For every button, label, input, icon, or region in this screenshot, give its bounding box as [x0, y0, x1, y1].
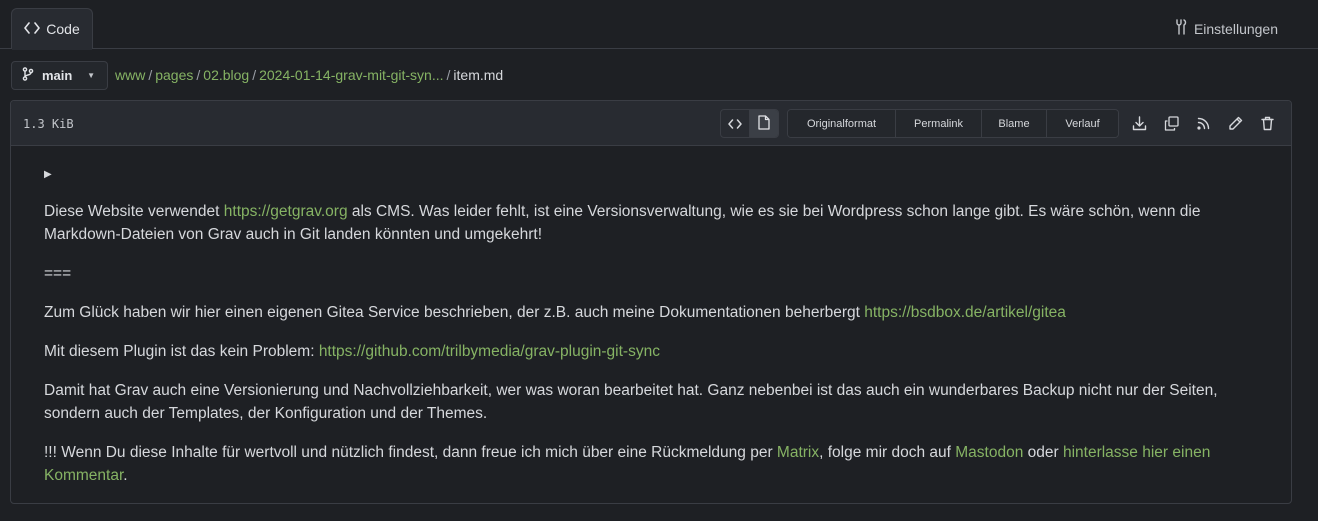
edit-icon[interactable]: [1225, 113, 1245, 133]
branch-icon: [22, 67, 34, 84]
breadcrumb-link-blog[interactable]: 02.blog: [203, 67, 249, 83]
breadcrumb-current-file: item.md: [453, 67, 504, 83]
file-size: 1.3 KiB: [23, 117, 74, 131]
link-gitea[interactable]: https://bsdbox.de/artikel/gitea: [864, 304, 1066, 321]
rendered-view-icon: [758, 114, 770, 133]
view-toggle: [720, 109, 779, 138]
breadcrumb-separator: /: [252, 67, 257, 83]
file-action-group: Originalformat Permalink Blame Verlauf: [787, 109, 1119, 138]
text: Diese Website verwendet: [44, 203, 224, 220]
markdown-content: ▶ Diese Website verwendet https://getgra…: [44, 163, 1256, 503]
tab-code-label: Code: [46, 21, 80, 37]
link-git-sync-plugin[interactable]: https://github.com/trilbymedia/grav-plug…: [319, 343, 660, 360]
tab-settings-label: Einstellungen: [1193, 20, 1278, 37]
repo-tab-bar: Code Einstellungen: [0, 0, 1318, 50]
breadcrumb-separator: /: [196, 67, 201, 83]
paragraph-feedback: !!! Wenn Du diese Inhalte für wertvoll u…: [44, 441, 1256, 487]
link-getgrav[interactable]: https://getgrav.org: [224, 203, 348, 220]
chevron-down-icon: ▼: [87, 71, 95, 80]
breadcrumb-link-pages[interactable]: pages: [155, 67, 193, 83]
breadcrumb-separator: /: [446, 67, 451, 83]
tab-code[interactable]: Code: [11, 8, 93, 50]
text: .: [123, 467, 128, 484]
file-icon-actions: [1129, 113, 1277, 133]
branch-selector[interactable]: main ▼: [11, 61, 108, 90]
download-icon[interactable]: [1129, 113, 1149, 133]
paragraph-versioning: Damit hat Grav auch eine Versionierung u…: [44, 382, 1218, 422]
breadcrumb-link-post[interactable]: 2024-01-14-grav-mit-git-syn...: [259, 67, 443, 83]
breadcrumb: www / pages/02.blog/2024-01-14-grav-mit-gi…: [115, 67, 503, 83]
rendered-view-button[interactable]: [749, 110, 778, 137]
text: Zum Glück haben wir hier einen eigenen G…: [44, 304, 865, 321]
source-view-button[interactable]: [721, 110, 749, 137]
paragraph-plugin: Mit diesem Plugin ist das kein Problem: …: [44, 340, 1256, 363]
blame-button[interactable]: Blame: [981, 110, 1046, 137]
link-matrix[interactable]: Matrix: [777, 444, 819, 461]
paragraph-separator: ===: [44, 265, 72, 282]
text: , folge mir doch auf: [819, 444, 956, 461]
code-icon: [24, 21, 41, 37]
breadcrumb-link-www[interactable]: www: [115, 67, 145, 83]
raw-button[interactable]: Originalformat: [788, 110, 895, 137]
branch-name: main: [42, 68, 73, 83]
text: !!! Wenn Du diese Inhalte für wertvoll u…: [44, 444, 777, 461]
permalink-button[interactable]: Permalink: [895, 110, 981, 137]
text: Mit diesem Plugin ist das kein Problem:: [44, 343, 319, 360]
link-mastodon[interactable]: Mastodon: [955, 444, 1023, 461]
rss-icon[interactable]: [1193, 113, 1213, 133]
text: oder: [1023, 444, 1063, 461]
source-view-icon: [728, 116, 742, 132]
tools-icon: [1174, 19, 1188, 38]
tab-settings[interactable]: Einstellungen: [1174, 19, 1278, 38]
trash-icon[interactable]: [1257, 113, 1277, 133]
paragraph-intro: Diese Website verwendet https://getgrav.…: [44, 200, 1256, 246]
copy-icon[interactable]: [1161, 113, 1181, 133]
history-button[interactable]: Verlauf: [1046, 110, 1118, 137]
paragraph-gitea: Zum Glück haben wir hier einen eigenen G…: [44, 301, 1256, 324]
file-header: 1.3 KiB Originalformat Permalink Blame V…: [11, 101, 1291, 146]
breadcrumb-separator: /: [148, 67, 153, 83]
details-toggle[interactable]: ▶: [44, 163, 1256, 186]
file-viewer: 1.3 KiB Originalformat Permalink Blame V…: [10, 100, 1292, 504]
